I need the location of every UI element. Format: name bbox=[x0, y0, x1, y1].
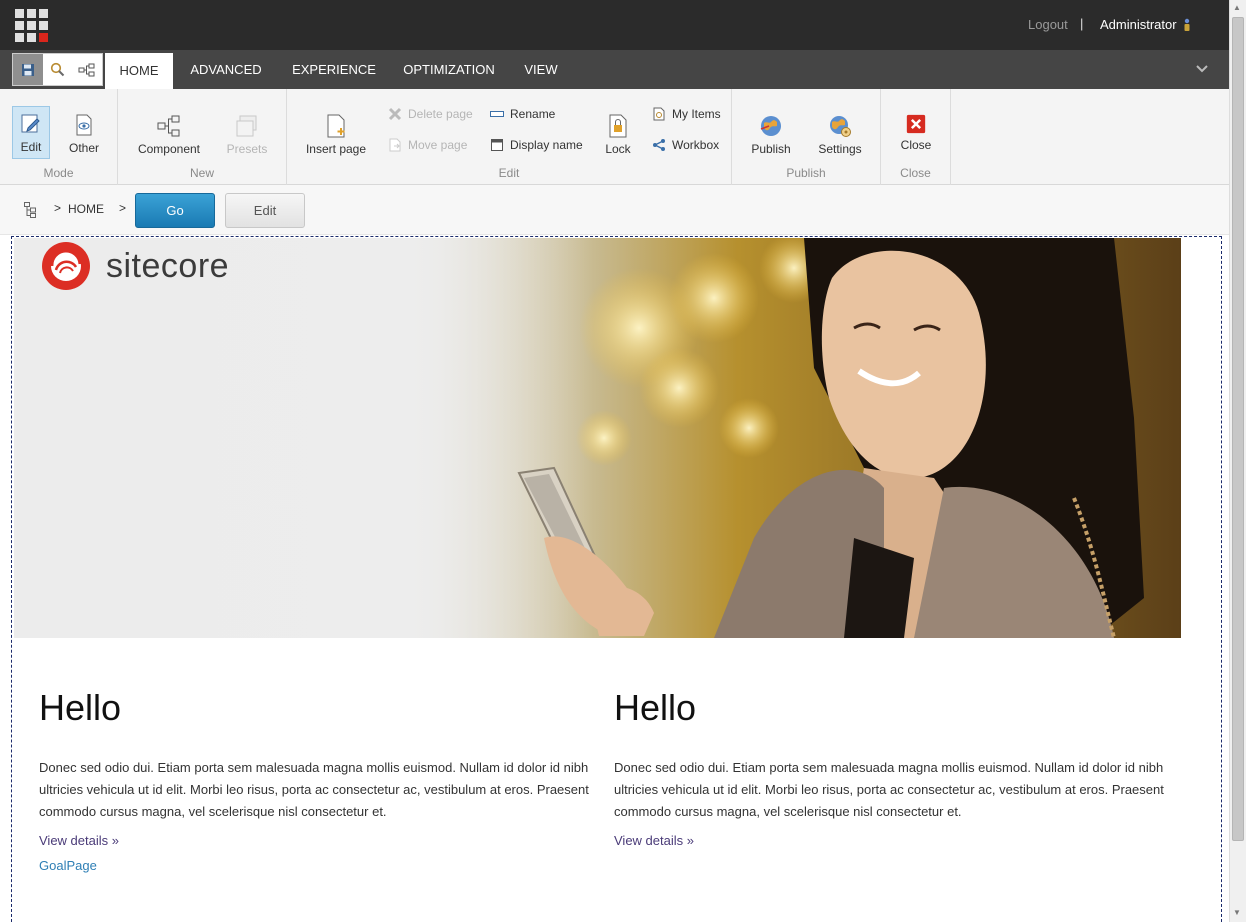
right-view-details-link[interactable]: View details » bbox=[614, 833, 1174, 848]
presets-icon bbox=[236, 115, 257, 137]
left-body-text: Donec sed odio dui. Etiam porta sem male… bbox=[39, 760, 589, 819]
ribbon-group-mode: Edit Other Mode bbox=[0, 89, 118, 185]
rename-button[interactable]: Rename bbox=[490, 105, 555, 123]
left-heading: Hello bbox=[39, 687, 122, 728]
save-icon[interactable] bbox=[13, 54, 43, 85]
delete-x-icon bbox=[388, 107, 402, 121]
content-column-right: Hello Donec sed odio dui. Etiam porta se… bbox=[614, 687, 1174, 858]
move-page-button[interactable]: Move page bbox=[388, 136, 467, 154]
top-bar: Logout | Administrator bbox=[0, 0, 1229, 50]
user-icon[interactable] bbox=[1183, 18, 1191, 32]
breadcrumb-chevron-icon[interactable]: > bbox=[119, 201, 126, 215]
move-page-label: Move page bbox=[408, 138, 468, 152]
ribbon-group-publish: Publish Settings Publish bbox=[732, 89, 881, 185]
hero-image bbox=[14, 238, 1181, 638]
new-group-label: New bbox=[189, 166, 214, 180]
mode-group-label: Mode bbox=[43, 166, 74, 180]
my-items-button[interactable]: My Items bbox=[652, 105, 721, 123]
workbox-share-icon bbox=[653, 139, 665, 151]
sitecore-logo-icon bbox=[42, 242, 90, 290]
logout-link[interactable]: Logout bbox=[1028, 17, 1068, 32]
my-items-label: My Items bbox=[672, 107, 721, 121]
scroll-up-arrow-icon[interactable]: ▲ bbox=[1233, 3, 1241, 12]
sitecore-logo[interactable]: sitecore bbox=[40, 240, 229, 292]
breadcrumb-chevron-icon: > bbox=[54, 201, 62, 215]
content-tree-icon[interactable] bbox=[24, 202, 36, 218]
component-button[interactable]: Component bbox=[135, 107, 203, 159]
publish-button[interactable]: Publish bbox=[746, 107, 796, 159]
tab-view[interactable]: VIEW bbox=[514, 50, 568, 89]
vertical-scrollbar[interactable]: ▲ ▼ bbox=[1229, 0, 1246, 922]
collapse-ribbon-icon[interactable] bbox=[1195, 62, 1209, 76]
settings-button[interactable]: Settings bbox=[816, 107, 864, 159]
goal-page-link[interactable]: GoalPage bbox=[39, 858, 599, 873]
display-name-label: Display name bbox=[510, 138, 583, 152]
publish-group-label: Publish bbox=[786, 166, 826, 180]
close-icon bbox=[906, 114, 926, 134]
go-button[interactable]: Go bbox=[135, 193, 215, 228]
insert-page-icon bbox=[327, 114, 345, 138]
my-items-icon bbox=[653, 107, 665, 121]
page-canvas: sitecore Hello Donec sed odio dui. Etiam… bbox=[11, 236, 1222, 922]
delete-page-button[interactable]: Delete page bbox=[388, 105, 473, 123]
lock-icon bbox=[609, 114, 627, 138]
presets-button[interactable]: Presets bbox=[222, 107, 272, 159]
hero-banner: sitecore bbox=[14, 238, 1181, 638]
left-view-details-link[interactable]: View details » bbox=[39, 833, 599, 848]
right-body-text: Donec sed odio dui. Etiam porta sem male… bbox=[614, 760, 1164, 819]
breadcrumb-home[interactable]: HOME bbox=[68, 202, 104, 216]
right-heading: Hello bbox=[614, 687, 697, 728]
lock-label: Lock bbox=[605, 142, 631, 156]
display-name-button[interactable]: Display name bbox=[490, 136, 583, 154]
rename-label: Rename bbox=[510, 107, 556, 121]
workbox-button[interactable]: Workbox bbox=[652, 136, 719, 154]
quick-access-toolbar bbox=[12, 53, 103, 86]
navigation-tree-icon[interactable] bbox=[72, 54, 102, 85]
edit-group-label: Edit bbox=[498, 166, 520, 180]
publish-settings-icon bbox=[830, 116, 851, 137]
tab-optimization[interactable]: OPTIMIZATION bbox=[396, 50, 502, 89]
close-button[interactable]: Close bbox=[893, 107, 939, 159]
tab-home[interactable]: HOME bbox=[105, 53, 173, 89]
insert-page-button[interactable]: Insert page bbox=[301, 107, 371, 159]
search-icon[interactable] bbox=[43, 54, 73, 85]
presets-label: Presets bbox=[226, 142, 268, 156]
move-page-icon bbox=[389, 138, 401, 152]
user-name[interactable]: Administrator bbox=[1100, 17, 1177, 32]
header-separator: | bbox=[1080, 16, 1084, 31]
component-label: Component bbox=[137, 142, 201, 156]
publish-label: Publish bbox=[751, 142, 791, 156]
display-name-icon bbox=[491, 139, 503, 151]
edit-mode-button[interactable]: Edit bbox=[12, 106, 50, 159]
close-group-label: Close bbox=[900, 166, 931, 180]
ribbon: Edit Other Mode Component Presets New In… bbox=[0, 89, 1229, 185]
content-column-left: Hello Donec sed odio dui. Etiam porta se… bbox=[39, 687, 599, 883]
delete-page-label: Delete page bbox=[408, 107, 473, 121]
edit-mode-label: Edit bbox=[20, 140, 42, 154]
scrollbar-thumb[interactable] bbox=[1232, 17, 1244, 841]
other-mode-label: Other bbox=[68, 141, 99, 155]
ribbon-group-edit: Insert page Delete page Move page Rename… bbox=[287, 89, 732, 185]
sitecore-wordmark: sitecore bbox=[106, 246, 230, 285]
close-label: Close bbox=[900, 138, 932, 152]
settings-label: Settings bbox=[818, 142, 862, 156]
ribbon-group-close: Close Close bbox=[881, 89, 951, 185]
insert-page-label: Insert page bbox=[305, 142, 367, 156]
edit-button[interactable]: Edit bbox=[225, 193, 305, 228]
component-icon bbox=[157, 115, 180, 137]
other-mode-button[interactable]: Other bbox=[64, 107, 104, 159]
preview-eye-icon bbox=[76, 114, 92, 136]
ribbon-group-new: Component Presets New bbox=[118, 89, 287, 185]
publish-globe-icon bbox=[760, 116, 781, 136]
lock-button[interactable]: Lock bbox=[600, 107, 636, 159]
workbox-label: Workbox bbox=[672, 138, 720, 152]
pencil-icon bbox=[21, 114, 40, 133]
rename-icon bbox=[490, 111, 504, 117]
scroll-down-arrow-icon[interactable]: ▼ bbox=[1233, 908, 1241, 917]
tab-experience[interactable]: EXPERIENCE bbox=[283, 50, 385, 89]
tab-advanced[interactable]: ADVANCED bbox=[178, 50, 274, 89]
launchpad-icon[interactable] bbox=[15, 9, 48, 42]
